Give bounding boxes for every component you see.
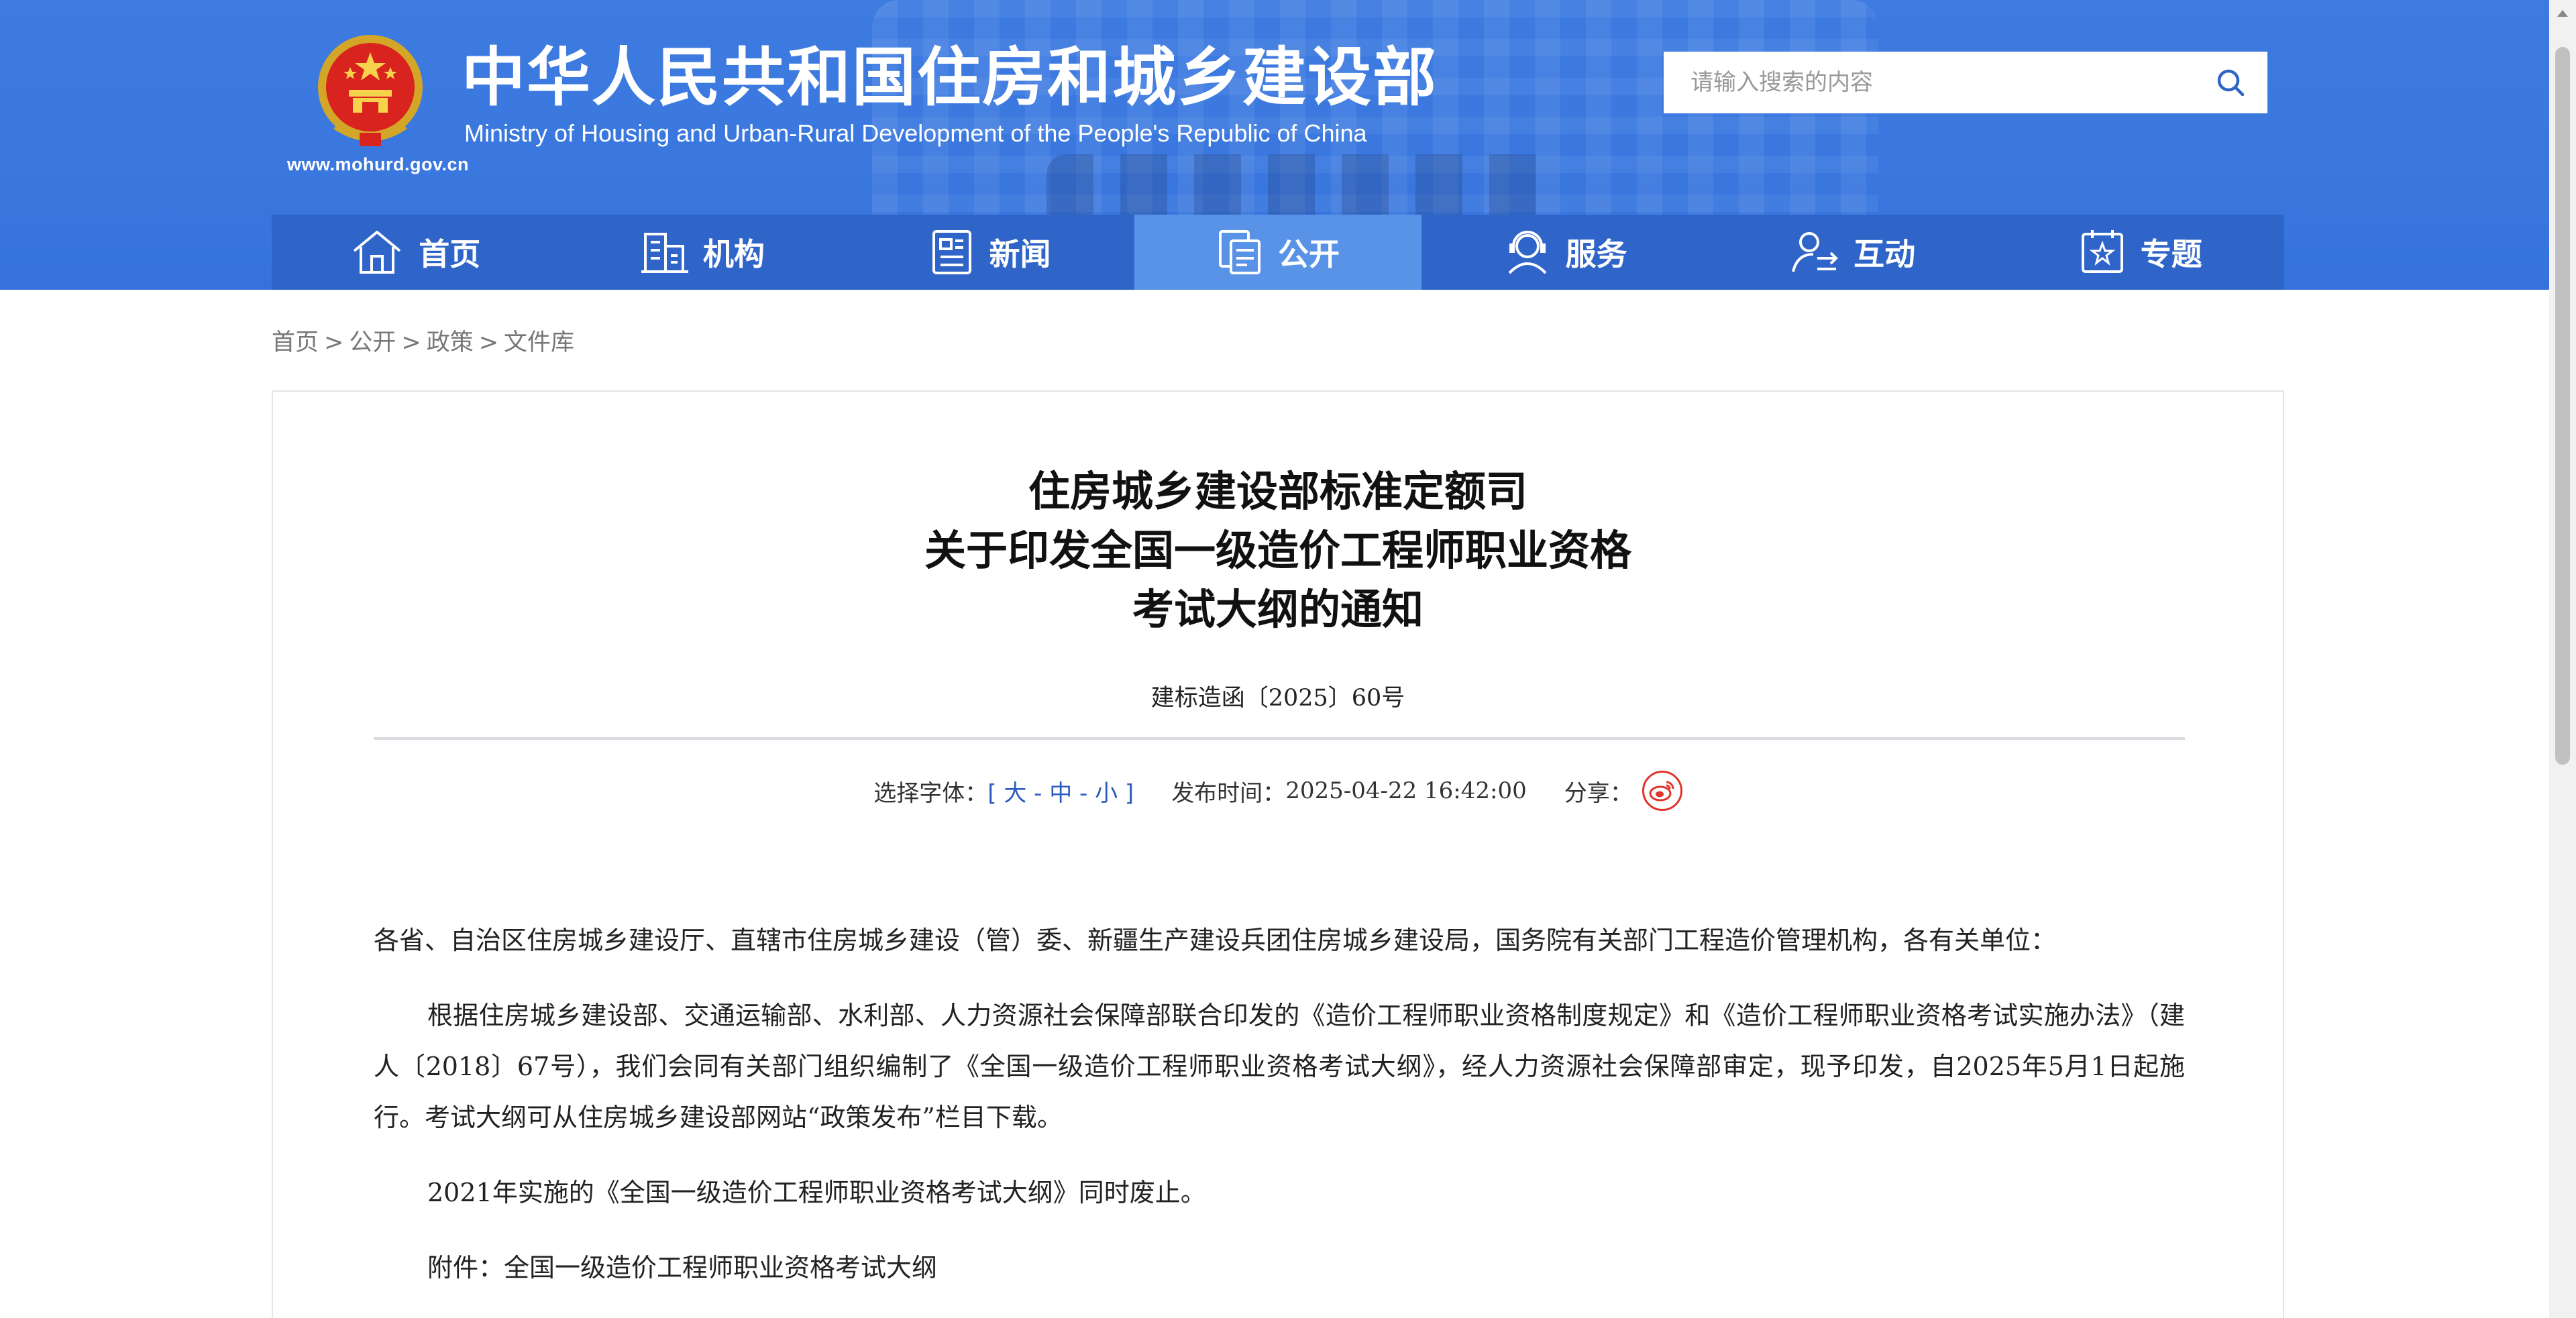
page-scrollbar[interactable]	[2549, 0, 2576, 1318]
nav-item-label: 公开	[1278, 236, 1340, 272]
scroll-up-arrow[interactable]	[2549, 0, 2576, 27]
weibo-share-button[interactable]	[1642, 771, 1682, 811]
font-medium-link[interactable]: 中	[1049, 780, 1072, 807]
article-attachment[interactable]: 附件：全国一级造价工程师职业资格考试大纲	[374, 1242, 2185, 1293]
nav-item-interaction[interactable]: 互动	[1709, 215, 1997, 290]
bracket-open: [	[987, 779, 1004, 807]
nav-item-label: 服务	[1565, 236, 1627, 272]
search-box	[1664, 52, 2267, 113]
bracket-close: ]	[1118, 779, 1134, 807]
weibo-icon	[1649, 781, 1674, 802]
breadcrumb-public[interactable]: 公开	[349, 329, 396, 356]
breadcrumb-policy[interactable]: 政策	[427, 329, 474, 356]
breadcrumb-separator: >	[401, 329, 421, 356]
font-separator: -	[1072, 779, 1095, 807]
main-nav: 首页 机构 新闻 公开 服务 互动 专题	[272, 215, 2284, 290]
scroll-thumb[interactable]	[2555, 47, 2570, 765]
nav-item-organization[interactable]: 机构	[559, 215, 847, 290]
nav-item-label: 首页	[419, 236, 481, 272]
breadcrumb: 首页 > 公开 > 政策 > 文件库	[272, 323, 574, 358]
article-paragraph: 2021年实施的《全国一级造价工程师职业资格考试大纲》同时废止。	[427, 1178, 1206, 1207]
article-title-line: 考试大纲的通知	[1132, 585, 1424, 634]
breadcrumb-library[interactable]: 文件库	[504, 329, 574, 356]
building-icon	[641, 233, 688, 273]
breadcrumb-separator: >	[478, 329, 499, 356]
interact-icon	[1792, 232, 1839, 272]
search-input[interactable]	[1664, 52, 2194, 113]
site-title[interactable]: 中华人民共和国住房和城乡建设部	[462, 38, 1438, 118]
breadcrumb-home[interactable]: 首页	[272, 329, 319, 356]
nav-item-news[interactable]: 新闻	[847, 215, 1134, 290]
article-paragraph-salutation: 各省、自治区住房城乡建设厅、直辖市住房城乡建设（管）委、新疆生产建设兵团住房城乡…	[374, 926, 2057, 955]
article-meta: 选择字体： [ 大 - 中 - 小 ] 发布时间： 2025-04-22 16:…	[273, 771, 2283, 811]
national-emblem-icon[interactable]	[315, 32, 426, 150]
article-title: 住房城乡建设部标准定额司 关于印发全国一级造价工程师职业资格 考试大纲的通知	[273, 462, 2283, 639]
chevron-up-icon	[2557, 10, 2568, 17]
article-body: 各省、自治区住房城乡建设厅、直辖市住房城乡建设（管）委、新疆生产建设兵团住房城乡…	[374, 915, 2185, 1317]
site-url: www.mohurd.gov.cn	[287, 154, 469, 174]
article-title-line: 住房城乡建设部标准定额司	[1028, 467, 1527, 516]
document-icon	[1219, 230, 1261, 274]
document-number: 建标造函〔2025〕60号	[1150, 685, 1405, 712]
breadcrumb-separator: >	[324, 329, 344, 356]
nav-item-label: 互动	[1854, 236, 1916, 272]
nav-item-label: 专题	[2140, 236, 2202, 272]
nav-item-label: 新闻	[989, 236, 1051, 272]
font-small-link[interactable]: 小	[1095, 780, 1118, 807]
font-size-selector: [ 大 - 中 - 小 ]	[987, 775, 1134, 808]
nav-item-topic[interactable]: 专题	[1996, 215, 2284, 290]
publish-label: 发布时间：	[1171, 779, 1286, 807]
article-title-line: 关于印发全国一级造价工程师职业资格	[924, 526, 1631, 575]
nav-item-label: 机构	[702, 236, 765, 272]
home-icon	[354, 231, 401, 274]
nav-item-public[interactable]: 公开	[1134, 215, 1422, 290]
site-title-english: Ministry of Housing and Urban-Rural Deve…	[464, 119, 1367, 147]
search-icon	[2217, 69, 2245, 97]
article-panel: 住房城乡建设部标准定额司 关于印发全国一级造价工程师职业资格 考试大纲的通知 建…	[272, 390, 2284, 1318]
nav-item-home[interactable]: 首页	[272, 215, 559, 290]
service-icon	[1508, 231, 1547, 274]
news-icon	[932, 230, 972, 274]
publish-time: 2025-04-22 16:42:00	[1285, 777, 1527, 804]
search-button[interactable]	[2194, 52, 2267, 113]
nav-item-service[interactable]: 服务	[1421, 215, 1709, 290]
font-select-label: 选择字体：	[873, 779, 988, 807]
site-header: www.mohurd.gov.cn 中华人民共和国住房和城乡建设部 Minist…	[0, 0, 2549, 290]
topic-icon	[2081, 230, 2123, 273]
font-separator: -	[1026, 779, 1050, 807]
font-large-link[interactable]: 大	[1004, 780, 1026, 807]
share-label: 分享：	[1564, 779, 1633, 807]
article-paragraph: 根据住房城乡建设部、交通运输部、水利部、人力资源社会保障部联合印发的《造价工程师…	[374, 1001, 2185, 1132]
title-divider	[374, 737, 2185, 740]
